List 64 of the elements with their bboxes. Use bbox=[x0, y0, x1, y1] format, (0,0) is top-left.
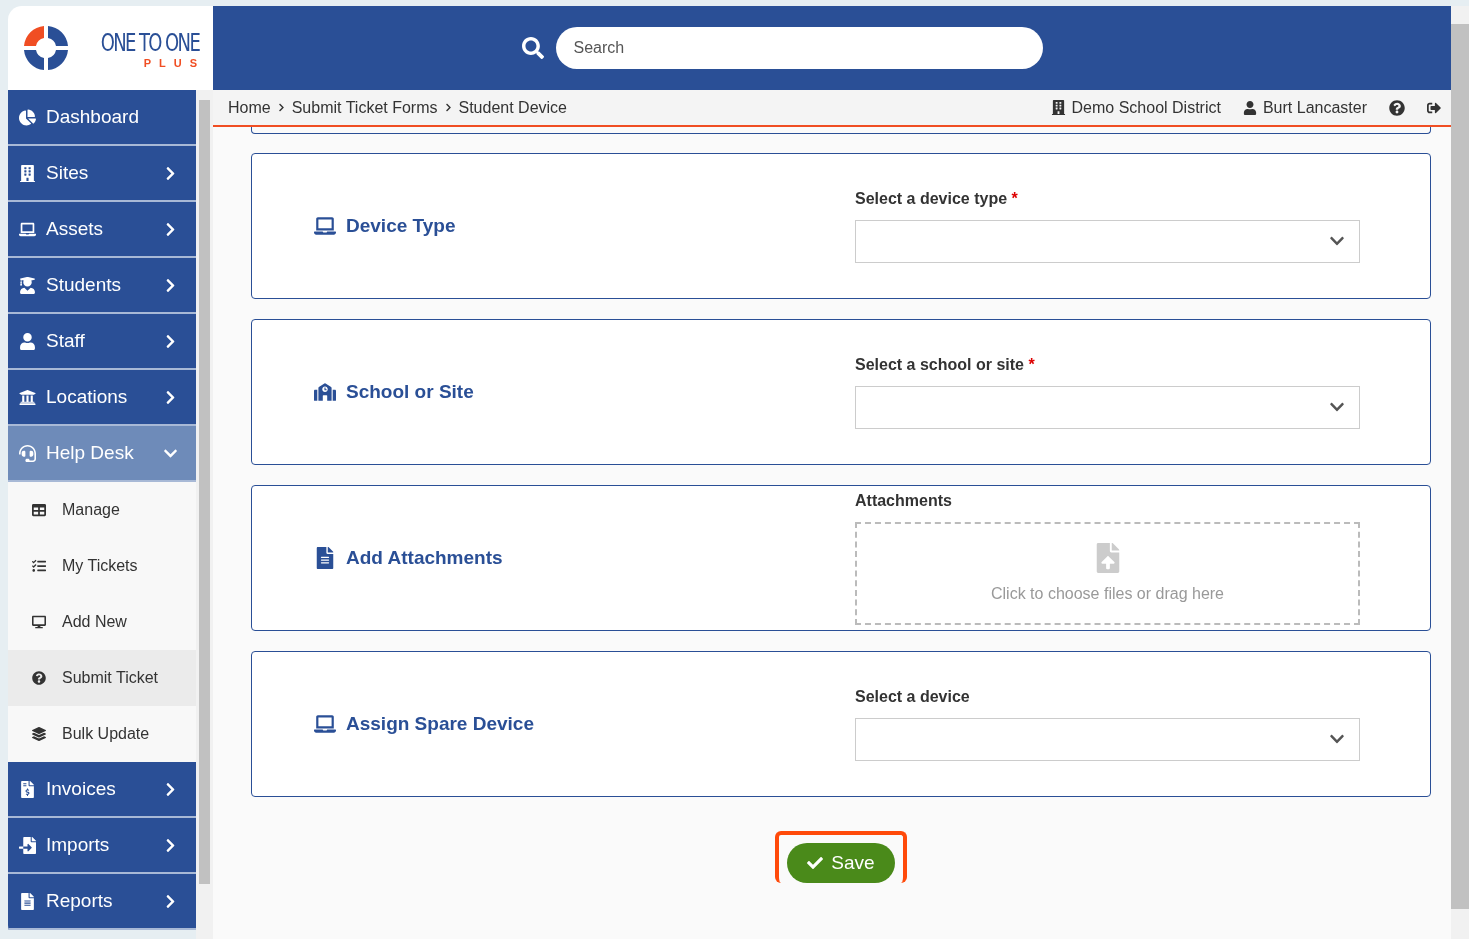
user-icon bbox=[1242, 100, 1257, 115]
sidebar-item[interactable]: Sites bbox=[8, 146, 196, 202]
field-label: Select a device bbox=[855, 687, 971, 706]
chevron-right-icon bbox=[276, 103, 286, 112]
field-label: Select a school or site * bbox=[855, 355, 1036, 374]
laptop-icon bbox=[314, 215, 336, 237]
breadcrumb-link[interactable]: Student Device bbox=[458, 98, 567, 117]
building-icon bbox=[1050, 100, 1066, 115]
submenu-item[interactable]: My Tickets bbox=[8, 538, 196, 594]
submenu-item[interactable]: Manage bbox=[8, 482, 196, 538]
search-field[interactable]: Search bbox=[555, 27, 1043, 69]
sidebar-item[interactable]: Assets bbox=[8, 202, 196, 258]
sidebar-item[interactable]: Locations bbox=[8, 370, 196, 426]
school-icon bbox=[314, 381, 336, 403]
document-icon bbox=[19, 892, 36, 910]
scrollbar[interactable] bbox=[1451, 6, 1469, 939]
file-import-icon bbox=[19, 836, 36, 854]
help-icon[interactable] bbox=[1389, 99, 1405, 116]
columns-building-icon bbox=[19, 388, 36, 406]
section-title: Assign Spare Device bbox=[346, 713, 534, 735]
user-name[interactable]: Burt Lancaster bbox=[1262, 98, 1367, 117]
invoice-icon bbox=[19, 780, 36, 798]
chevron-right-icon bbox=[443, 103, 453, 112]
sidebar-item[interactable]: Staff bbox=[8, 314, 196, 370]
graduate-icon bbox=[19, 276, 36, 294]
section-title: School or Site bbox=[346, 381, 474, 403]
logout-icon[interactable] bbox=[1427, 100, 1441, 115]
user-icon bbox=[19, 332, 36, 350]
select-field[interactable] bbox=[855, 385, 1360, 429]
field-label: Attachments bbox=[855, 491, 953, 510]
checklist-icon bbox=[32, 559, 46, 573]
sidebar-item[interactable]: Invoices bbox=[8, 762, 196, 818]
building-icon bbox=[19, 164, 36, 182]
field-label: Select a device type * bbox=[855, 189, 1019, 208]
select-field[interactable] bbox=[855, 219, 1360, 263]
headset-icon bbox=[19, 444, 36, 462]
submenu-item[interactable]: Add New bbox=[8, 594, 196, 650]
save-button[interactable]: Save bbox=[787, 843, 895, 883]
search-icon bbox=[521, 37, 544, 59]
pie-chart-icon bbox=[19, 108, 36, 126]
check-icon bbox=[807, 855, 824, 871]
district-name[interactable]: Demo School District bbox=[1071, 98, 1221, 117]
table-icon bbox=[32, 503, 46, 517]
section-title: Add Attachments bbox=[346, 547, 503, 569]
select-field[interactable] bbox=[855, 717, 1360, 761]
logo-name: ONE TO ONE bbox=[100, 27, 200, 57]
sidebar-item[interactable]: Reports bbox=[8, 874, 196, 930]
submenu-item[interactable]: Bulk Update bbox=[8, 706, 196, 762]
question-icon bbox=[32, 671, 46, 685]
breadcrumb-link[interactable]: Submit Ticket Forms bbox=[291, 98, 438, 117]
submenu-item[interactable]: Submit Ticket bbox=[8, 650, 196, 706]
logo-icon bbox=[21, 24, 70, 72]
sidebar-item[interactable]: Dashboard bbox=[8, 90, 196, 146]
laptop-icon bbox=[19, 220, 36, 238]
section-title: Device Type bbox=[346, 215, 456, 237]
sidebar-item[interactable]: Imports bbox=[8, 818, 196, 874]
document-icon bbox=[314, 547, 336, 569]
monitor-icon bbox=[32, 615, 46, 629]
sidebar-item[interactable]: Students bbox=[8, 258, 196, 314]
scrollbar[interactable] bbox=[196, 90, 213, 939]
layers-icon bbox=[32, 727, 46, 741]
logo-tagline: PLUS bbox=[143, 56, 206, 69]
laptop-icon bbox=[314, 713, 336, 735]
breadcrumb-link[interactable]: Home bbox=[228, 98, 271, 117]
